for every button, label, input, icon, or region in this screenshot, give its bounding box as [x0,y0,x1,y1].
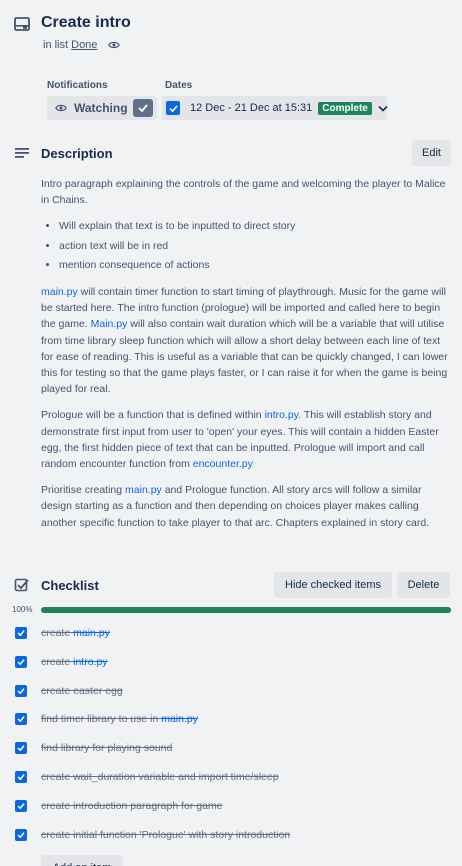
checklist-item[interactable]: create initial function 'Prologue' with … [15,825,455,845]
checklist-title: Checklist [41,578,99,593]
add-item-button[interactable]: Add an item [41,855,123,866]
card-title[interactable]: Create intro [41,14,131,32]
checklist-item-label[interactable]: create initial function 'Prologue' with … [41,829,290,841]
main-py-link[interactable]: main.py [41,286,78,298]
progress-bar [41,607,451,613]
list-item: mention consequence of actions [59,257,449,273]
description-bullets: Will explain that text is to be inputted… [41,218,449,273]
progress-fill [41,607,451,613]
checklist-item-checkbox[interactable] [15,713,27,725]
checklist-icon [14,578,29,592]
encounter-py-link[interactable]: encounter.py [193,458,253,470]
description-icon [15,148,29,158]
complete-badge: Complete [318,101,372,115]
checklist-item-label[interactable]: create introduction paragraph for game [41,800,223,812]
watch-button[interactable]: Watching [47,96,157,120]
in-list-line: in list Done [43,39,121,51]
checklist-item-label[interactable]: find library for playing sound [41,742,172,754]
dates-range: 12 Dec - 21 Dec at 15:31 [190,102,313,114]
description-title: Description [41,146,113,161]
checklist-item-label[interactable]: create easter egg [41,685,123,697]
description-paragraph: main.py will contain timer function to s… [41,286,448,396]
edit-description-button[interactable]: Edit [412,140,451,166]
checklist-item[interactable]: find timer library to use in main.py [15,709,455,729]
in-list-prefix: in list [43,39,69,51]
checklist-item[interactable]: create main.py [15,623,455,643]
dates-button[interactable]: 12 Dec - 21 Dec at 15:31 Complete [180,96,388,120]
description-intro: Intro paragraph explaining the controls … [41,178,446,207]
dates-label: Dates [165,80,193,91]
hide-checked-button[interactable]: Hide checked items [274,572,392,598]
eye-icon [55,104,67,112]
list-link[interactable]: Done [71,39,97,51]
checklist-item[interactable]: create easter egg [15,681,455,701]
card-icon [14,17,30,31]
intro-py-link[interactable]: intro.py [265,409,299,421]
main-py-link[interactable]: Main.py [91,318,128,330]
checklist-item-checkbox[interactable] [15,627,27,639]
checklist-item-checkbox[interactable] [15,771,27,783]
checklist-item-link[interactable]: main.py [161,713,198,725]
checklist-item-checkbox[interactable] [15,656,27,668]
list-item: Will explain that text is to be inputted… [59,218,449,234]
checklist-item-label[interactable]: create wait_duration variable and import… [41,771,279,783]
checklist-item-checkbox[interactable] [15,742,27,754]
due-complete-checkbox[interactable] [166,101,180,115]
progress-percent: 100% [12,605,33,614]
notifications-label: Notifications [47,80,108,91]
checklist-item-checkbox[interactable] [15,829,27,841]
checklist-item-label[interactable]: find timer library to use in main.py [41,713,198,725]
checklist-item[interactable]: create introduction paragraph for game [15,796,455,816]
checklist-item-label[interactable]: create main.py [41,627,110,639]
list-item: action text will be in red [59,238,449,254]
watching-check-icon [133,99,153,117]
checklist-item[interactable]: create wait_duration variable and import… [15,767,455,787]
description-paragraph: Prioritise creating main.py and Prologue… [41,484,430,529]
checklist-item[interactable]: find library for playing sound [15,738,455,758]
description-paragraph: Prologue will be a function that is defi… [41,409,439,471]
checklist-item-checkbox[interactable] [15,685,27,697]
description-body: Intro paragraph explaining the controls … [41,176,449,541]
checklist-item-checkbox[interactable] [15,800,27,812]
dates-control: 12 Dec - 21 Dec at 15:31 Complete [162,96,388,120]
watch-label: Watching [74,101,128,115]
checklist-item-link[interactable]: main.py [73,627,110,639]
checklist-item[interactable]: create intro.py [15,652,455,672]
main-py-link[interactable]: main.py [125,484,162,496]
checklist-item-link[interactable]: intro.py [73,656,107,668]
eye-icon [108,41,121,49]
delete-checklist-button[interactable]: Delete [397,572,450,598]
checklist-item-label[interactable]: create intro.py [41,656,108,668]
chevron-down-icon [378,105,388,112]
